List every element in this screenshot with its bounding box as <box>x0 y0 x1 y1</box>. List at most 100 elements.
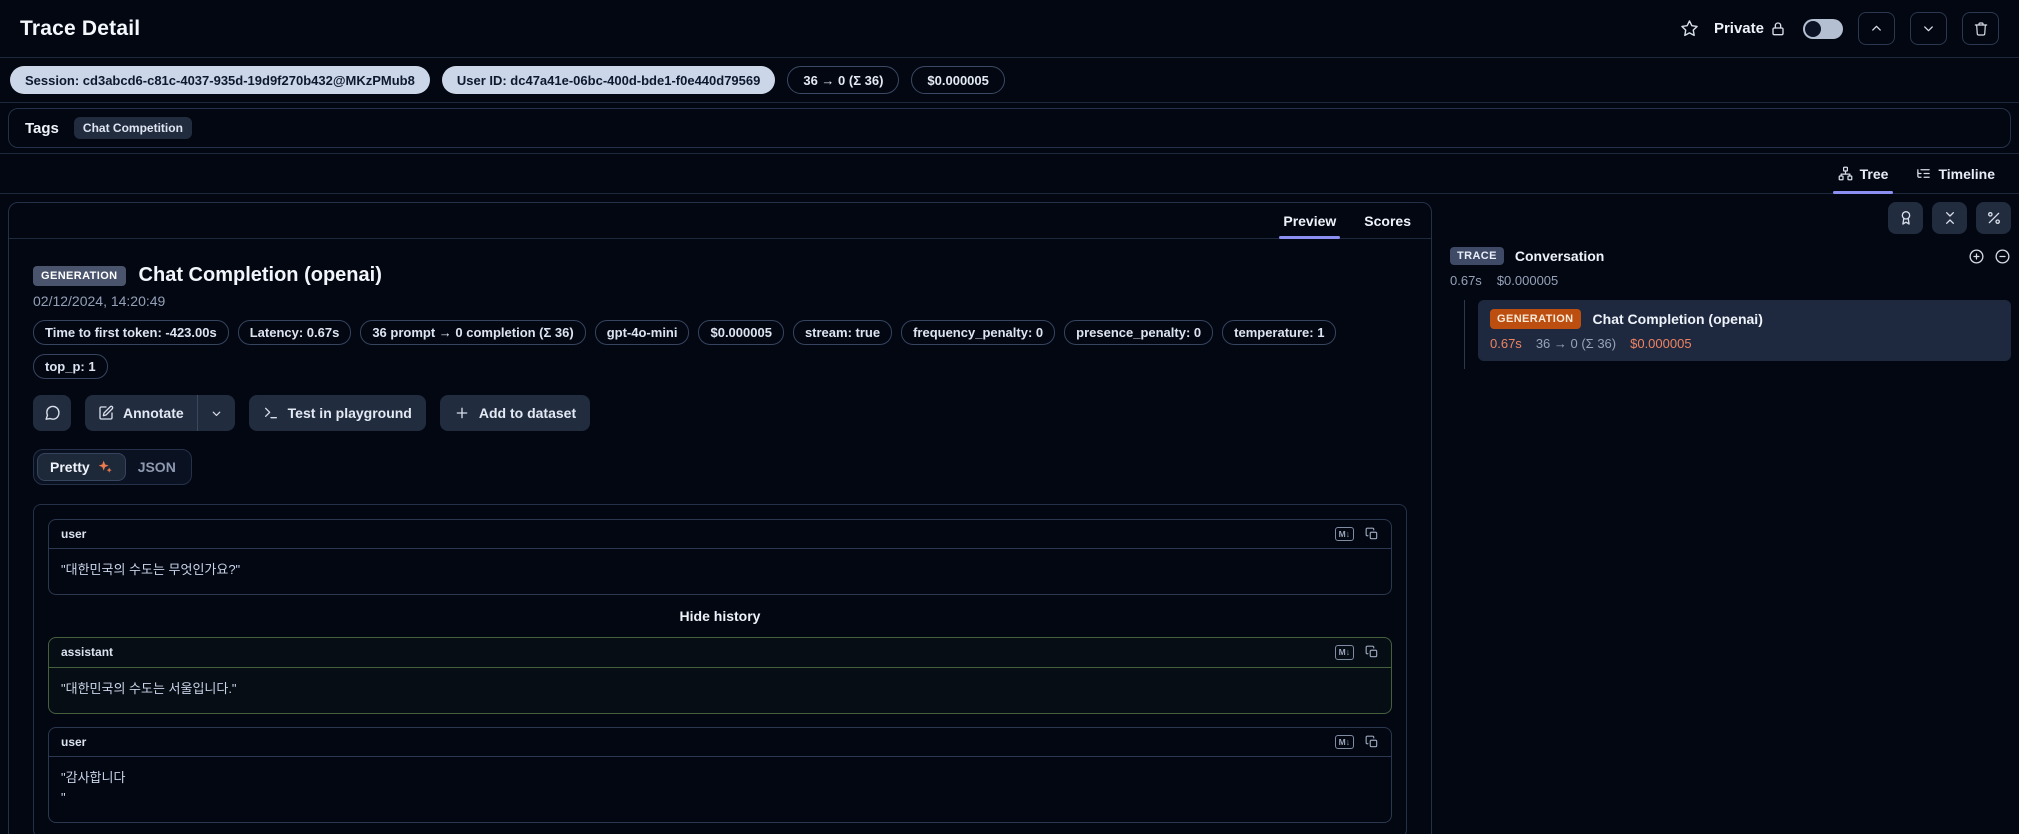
observation-node-stats: 0.67s 36 → 0 (Σ 36) $0.000005 <box>1490 336 1999 351</box>
sidebar-toolbar <box>1450 202 2011 234</box>
annotate-button[interactable]: Annotate <box>85 395 197 431</box>
panel-tabs: Preview Scores <box>9 203 1431 239</box>
message-header-icons: M↓ <box>1334 734 1379 749</box>
collapse-all-icon[interactable] <box>1994 248 2011 265</box>
observation-tokens: 36 → 0 (Σ 36) <box>1535 336 1617 351</box>
metric-badges: Time to first token: -423.00s Latency: 0… <box>33 320 1407 379</box>
privacy-status: Private <box>1714 20 1786 37</box>
message-role: user <box>61 734 87 749</box>
message-content: "대한민국의 수도는 무엇인가요?" <box>61 562 241 578</box>
observation-node-selected[interactable]: GENERATION Chat Completion (openai) 0.67… <box>1478 300 2011 361</box>
tags-box: Tags Chat Competition <box>8 108 2011 148</box>
messages-container: user M↓ "대한민국의 수도는 무엇인가요?" Hide history … <box>33 504 1407 834</box>
metric-badge-frequency-penalty: frequency_penalty: 0 <box>901 320 1056 345</box>
observation-node-title: Chat Completion (openai) <box>1592 311 1763 327</box>
collapse-tree-button[interactable] <box>1932 202 1967 234</box>
trace-stats: 0.67s $0.000005 <box>1450 273 2011 288</box>
top-bar: Trace Detail Private <box>0 0 2019 58</box>
message-header: user M↓ <box>49 728 1391 757</box>
prev-trace-button[interactable] <box>1858 12 1895 45</box>
user-id-badge[interactable]: User ID: dc47a41e-06bc-400d-bde1-f0e440d… <box>441 66 776 94</box>
markdown-icon[interactable]: M↓ <box>1334 527 1354 542</box>
tree-icon <box>1838 166 1853 181</box>
tab-preview[interactable]: Preview <box>1279 203 1341 239</box>
format-json-button[interactable]: JSON <box>126 454 188 480</box>
metric-badge-model[interactable]: gpt-4o-mini <box>594 320 690 345</box>
metric-badge-temperature: temperature: 1 <box>1222 320 1337 345</box>
copy-icon[interactable] <box>1365 527 1379 541</box>
panel-body: GENERATION Chat Completion (openai) 02/1… <box>9 239 1431 834</box>
trace-latency: 0.67s <box>1450 273 1482 288</box>
generation-timestamp: 02/12/2024, 14:20:49 <box>33 293 166 309</box>
lock-icon <box>1770 21 1786 37</box>
toggle-knob <box>1805 20 1821 37</box>
message-role: assistant <box>61 645 114 660</box>
add-to-dataset-button[interactable]: Add to dataset <box>439 395 591 431</box>
observation-latency: 0.67s <box>1490 336 1522 351</box>
format-toggle: Pretty JSON <box>33 449 192 485</box>
percent-icon <box>1986 210 2002 226</box>
trace-type-badge: TRACE <box>1450 247 1504 265</box>
generation-header: GENERATION Chat Completion (openai) <box>33 264 1407 287</box>
chevron-up-icon <box>1869 21 1884 36</box>
plus-icon <box>454 405 470 421</box>
annotate-dropdown-button[interactable] <box>198 395 235 431</box>
message-role: user <box>61 527 87 542</box>
scores-toggle-button[interactable] <box>1888 202 1923 234</box>
comment-button[interactable] <box>33 395 71 431</box>
message-header-icons: M↓ <box>1334 645 1379 660</box>
test-in-playground-button[interactable]: Test in playground <box>248 395 426 431</box>
chevron-down-icon <box>210 407 223 420</box>
page-title: Trace Detail <box>20 16 141 40</box>
message-content: "감사합니다 " <box>61 769 126 805</box>
tab-scores[interactable]: Scores <box>1364 203 1411 238</box>
trace-root-row[interactable]: TRACE Conversation <box>1450 247 2011 265</box>
markdown-icon[interactable]: M↓ <box>1334 645 1354 660</box>
copy-icon[interactable] <box>1365 735 1379 749</box>
tab-timeline-label: Timeline <box>1938 165 1995 182</box>
copy-icon[interactable] <box>1365 645 1379 659</box>
markdown-icon[interactable]: M↓ <box>1334 734 1354 749</box>
content-area: Preview Scores GENERATION Chat Completio… <box>0 194 2019 834</box>
sparkles-icon <box>97 459 113 475</box>
format-pretty-button[interactable]: Pretty <box>37 453 126 481</box>
tags-section: Tags Chat Competition <box>0 103 2019 154</box>
observation-node-header: GENERATION Chat Completion (openai) <box>1490 309 1999 329</box>
star-icon[interactable] <box>1680 19 1699 38</box>
token-usage-badge: 36 → 0 (Σ 36) <box>787 66 900 94</box>
metric-badge-tokens: 36 prompt → 0 completion (Σ 36) <box>360 320 586 345</box>
metrics-toggle-button[interactable] <box>1976 202 2011 234</box>
message-user-2: user M↓ "감사합니다 " <box>48 726 1392 824</box>
metric-badge-top-p: top_p: 1 <box>33 354 108 379</box>
expand-all-icon[interactable] <box>1968 248 1985 265</box>
public-toggle[interactable] <box>1803 18 1843 39</box>
session-badge[interactable]: Session: cd3abcd6-c81c-4037-935d-19d9f27… <box>10 66 430 94</box>
terminal-icon <box>263 405 279 421</box>
annotate-split-button: Annotate <box>85 395 235 431</box>
metric-badge-stream: stream: true <box>792 320 893 345</box>
hide-history-button[interactable]: Hide history <box>48 608 1392 624</box>
generation-title: Chat Completion (openai) <box>138 264 382 286</box>
delete-trace-button[interactable] <box>1962 12 1999 45</box>
tab-tree-label: Tree <box>1859 165 1889 182</box>
tab-tree[interactable]: Tree <box>1832 154 1894 194</box>
timeline-icon <box>1916 166 1931 181</box>
trace-cost: $0.000005 <box>1496 273 1559 288</box>
action-buttons: Annotate Test in playground Add to datas… <box>33 395 1407 431</box>
observation-branch: GENERATION Chat Completion (openai) 0.67… <box>1464 300 2011 369</box>
generation-type-badge: GENERATION <box>1490 309 1581 329</box>
next-trace-button[interactable] <box>1910 12 1947 45</box>
metric-badge-row: Time to first token: -423.00s Latency: 0… <box>33 320 1407 345</box>
trash-icon <box>1973 21 1989 37</box>
cost-badge: $0.000005 <box>911 66 1005 94</box>
format-pretty-label: Pretty <box>50 459 90 475</box>
trace-actions <box>1968 248 2011 265</box>
tab-timeline[interactable]: Timeline <box>1916 154 1995 193</box>
message-header-icons: M↓ <box>1334 527 1379 542</box>
annotate-button-label: Annotate <box>123 405 184 421</box>
generation-type-badge: GENERATION <box>33 265 126 286</box>
add-to-dataset-label: Add to dataset <box>478 405 577 421</box>
tag-chip[interactable]: Chat Competition <box>73 117 192 139</box>
observation-panel: Preview Scores GENERATION Chat Completio… <box>8 202 1432 834</box>
observation-cost: $0.000005 <box>1630 336 1692 351</box>
